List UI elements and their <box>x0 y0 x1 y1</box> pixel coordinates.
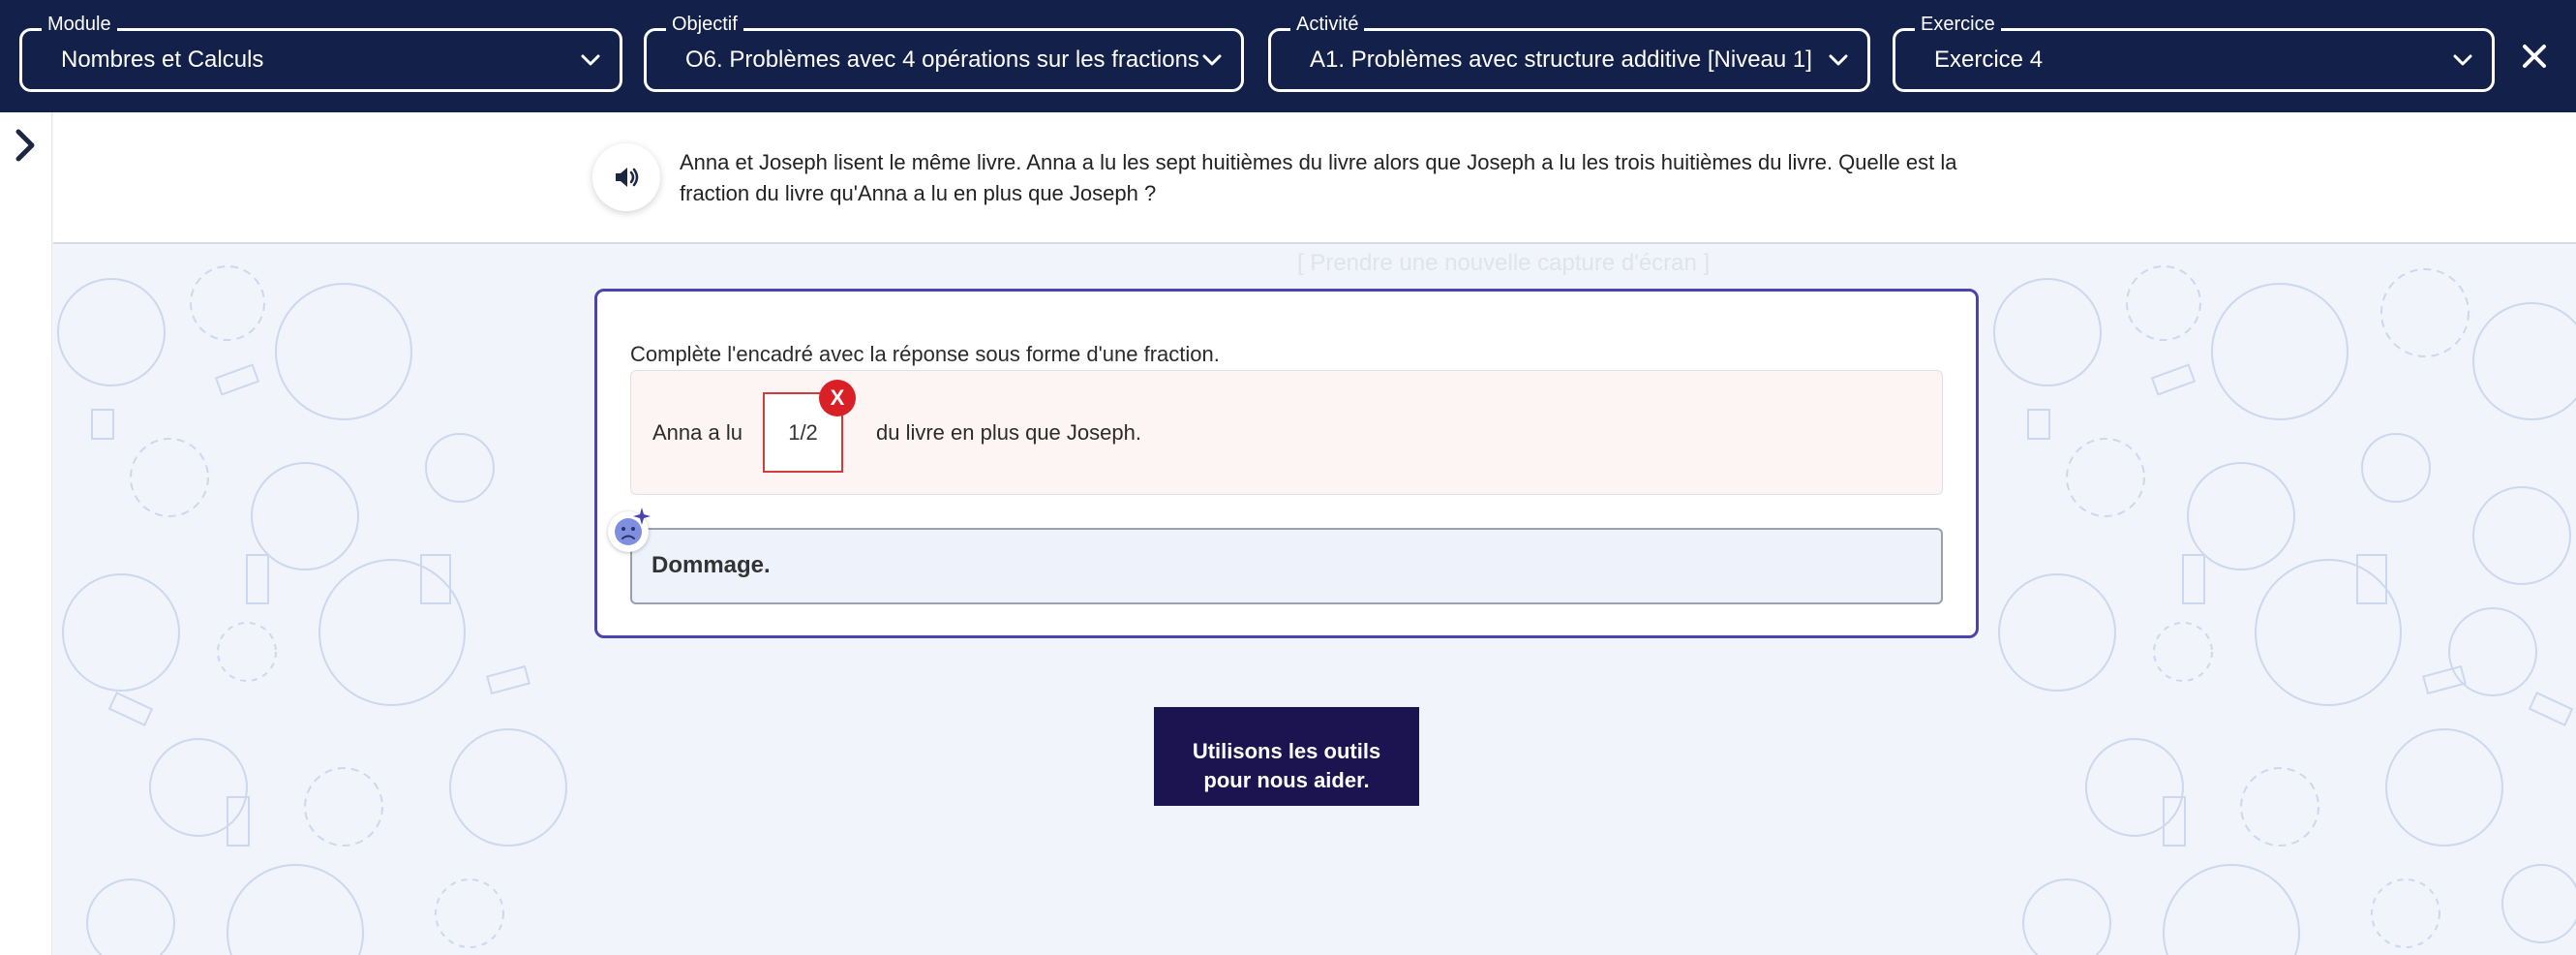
module-select[interactable]: Module Nombres et Calculs <box>19 12 622 92</box>
chevron-down-icon <box>1202 54 1222 66</box>
instruction-text: Complète l'encadré avec la réponse sous … <box>630 342 1220 366</box>
activite-select[interactable]: Activité A1. Problèmes avec structure ad… <box>1268 12 1870 92</box>
module-select-value: Nombres et Calculs <box>61 46 264 73</box>
question-text: Anna et Joseph lisent le même livre. Ann… <box>680 150 1957 205</box>
error-icon: X <box>819 380 856 416</box>
left-sidebar <box>0 112 52 955</box>
sparkle-icon <box>633 508 651 525</box>
help-tools-button[interactable]: Utilisons les outils pour nous aider. <box>1154 707 1419 806</box>
objectif-select[interactable]: Objectif O6. Problèmes avec 4 opérations… <box>644 12 1244 92</box>
chevron-down-icon <box>1829 54 1848 66</box>
answer-suffix: du livre en plus que Joseph. <box>876 420 1141 445</box>
faint-caption: [ Prendre une nouvelle capture d'écran ] <box>1297 250 1711 276</box>
exercice-select-value: Exercice 4 <box>1934 46 2044 73</box>
help-button-line1: Utilisons les outils <box>1192 739 1381 763</box>
chevron-down-icon <box>2453 54 2472 66</box>
feedback-box <box>630 528 1943 604</box>
help-button-line2: pour nous aider. <box>1203 768 1370 792</box>
exercice-select[interactable]: Exercice Exercice 4 <box>1893 12 2495 92</box>
speaker-icon <box>616 168 639 187</box>
objectif-select-value: O6. Problèmes avec 4 opérations sur les … <box>685 46 1199 73</box>
chevron-right-icon[interactable] <box>8 126 43 165</box>
close-icon[interactable] <box>2511 33 2558 79</box>
activite-select-value: A1. Problèmes avec structure additive [N… <box>1310 46 1812 73</box>
answer-prefix: Anna a lu <box>652 420 742 445</box>
chevron-down-icon <box>581 54 600 66</box>
top-bar: Module Nombres et Calculs Objectif O6. P… <box>0 0 2576 112</box>
audio-button[interactable] <box>592 143 660 211</box>
feedback-text: Dommage. <box>652 552 771 578</box>
